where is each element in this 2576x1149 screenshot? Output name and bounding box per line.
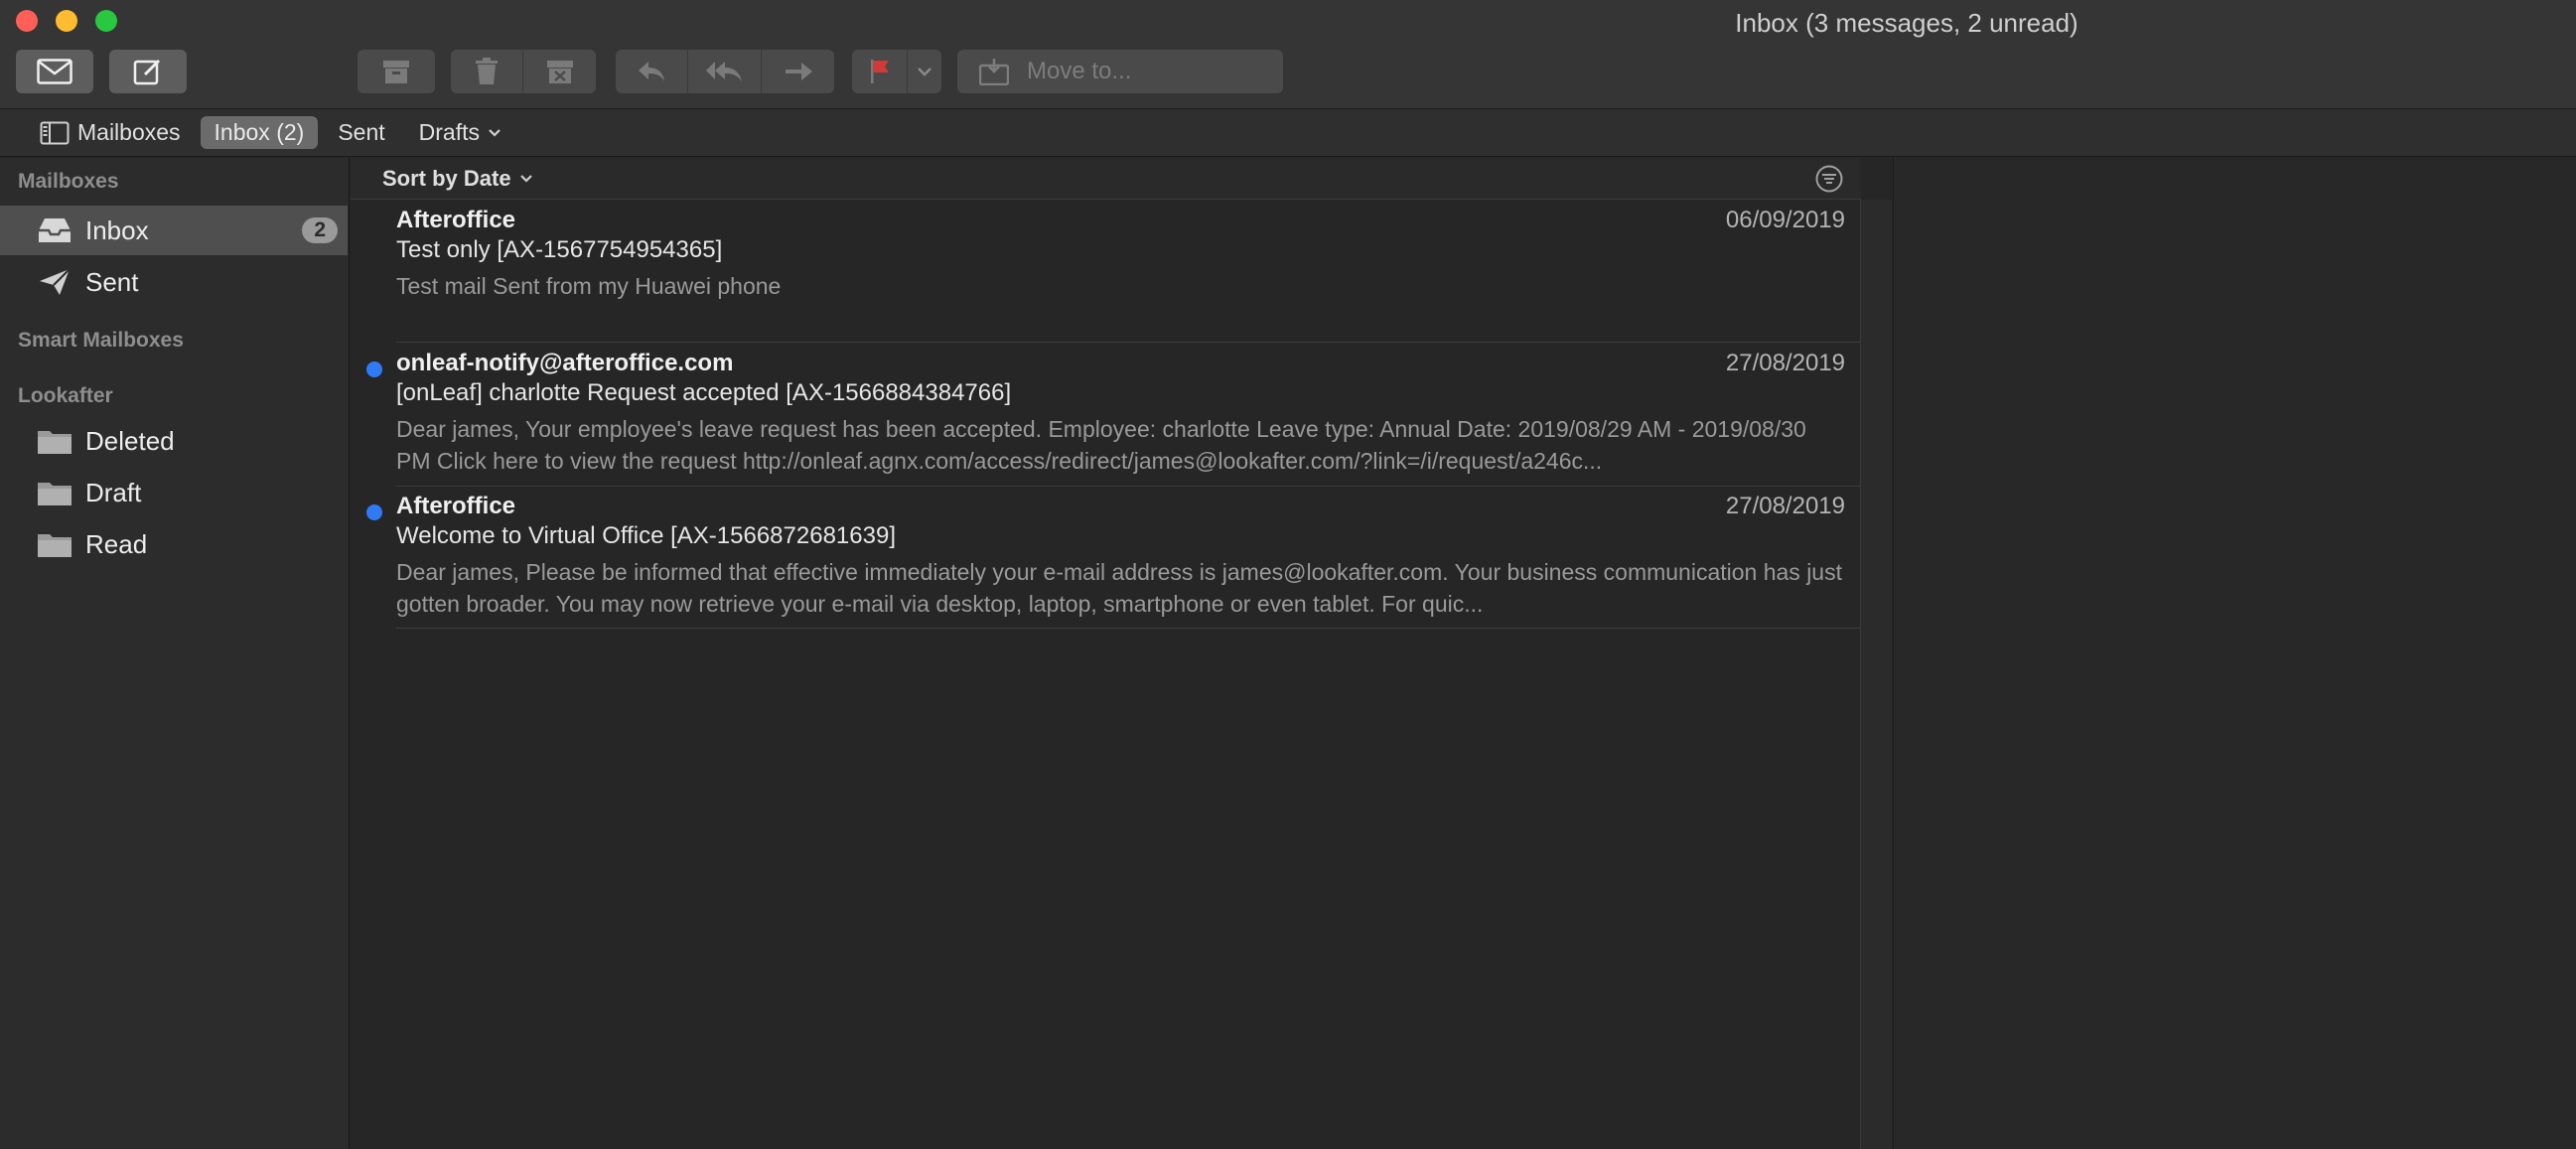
- message-sender: Afteroffice: [396, 493, 516, 519]
- chevron-down-icon: [918, 68, 931, 76]
- flag-group: [852, 50, 941, 93]
- archive-button[interactable]: [358, 50, 435, 93]
- message-subject: Welcome to Virtual Office [AX-1566872681…: [396, 522, 896, 549]
- folder-icon: [36, 426, 73, 456]
- forward-button[interactable]: [762, 50, 834, 93]
- sort-label: Sort by Date: [382, 166, 511, 191]
- reply-icon: [639, 62, 664, 81]
- compose-button[interactable]: [109, 50, 187, 93]
- trash-button[interactable]: [451, 50, 523, 93]
- zoom-window-button[interactable]: [95, 10, 117, 32]
- compose-icon: [133, 59, 161, 85]
- sidebar-item-label: Read: [85, 528, 148, 559]
- message-date: 27/08/2019: [1725, 350, 1845, 376]
- sidebar-item-draft[interactable]: Draft: [0, 468, 348, 517]
- section-header-mailboxes: Mailboxes: [18, 170, 119, 193]
- flag-button[interactable]: [852, 50, 908, 93]
- favorite-label: Sent: [338, 119, 385, 145]
- favorite-label: Inbox (2): [214, 119, 305, 145]
- unread-dot: [366, 361, 382, 377]
- message-list: Sort by Date Afteroffice 06/09/2019 Test…: [351, 158, 1892, 1149]
- favorite-mailboxes[interactable]: Mailboxes: [26, 116, 195, 149]
- favorite-label: Mailboxes: [77, 119, 181, 145]
- folder-icon: [36, 478, 73, 507]
- inbox-icon: [36, 215, 73, 245]
- message-sender: onleaf-notify@afteroffice.com: [396, 350, 734, 376]
- forward-icon: [785, 63, 812, 80]
- message-preview: Test mail Sent from my Huawei phone: [396, 273, 782, 299]
- list-scrollbar[interactable]: [1860, 200, 1892, 1149]
- message-row[interactable]: Afteroffice 06/09/2019 Test only [AX-156…: [351, 201, 1861, 343]
- filter-icon: [1815, 165, 1843, 193]
- favorite-inbox[interactable]: Inbox (2): [200, 116, 319, 149]
- folder-icon: [36, 529, 73, 559]
- sort-by-date-button[interactable]: Sort by Date: [382, 166, 533, 192]
- junk-icon: [546, 61, 573, 83]
- message-subject: Test only [AX-1567754954365]: [396, 236, 723, 263]
- paper-plane-icon: [36, 267, 73, 297]
- sidebar-item-label: Draft: [85, 477, 142, 507]
- favorite-sent[interactable]: Sent: [324, 116, 398, 149]
- message-date: 27/08/2019: [1725, 493, 1845, 519]
- message-sender: Afteroffice: [396, 207, 516, 233]
- sidebar-toggle-icon: [40, 121, 70, 144]
- message-preview: Dear james, Your employee's leave reques…: [396, 416, 1806, 474]
- trash-icon: [476, 58, 498, 84]
- message-subject: [onLeaf] charlotte Request accepted [AX-…: [396, 379, 1012, 406]
- sidebar-item-read[interactable]: Read: [0, 519, 348, 569]
- get-mail-icon: [37, 59, 72, 84]
- unread-dot: [366, 504, 382, 520]
- reply-all-icon: [705, 62, 742, 81]
- chevron-down-icon: [489, 128, 501, 137]
- sidebar-item-deleted[interactable]: Deleted: [0, 416, 348, 466]
- get-mail-button[interactable]: [16, 50, 93, 93]
- chevron-down-icon: [519, 175, 532, 183]
- section-header-smart-mailboxes: Smart Mailboxes: [18, 329, 184, 352]
- favorite-drafts[interactable]: Drafts: [405, 116, 515, 149]
- sidebar-item-label: Inbox: [85, 215, 149, 245]
- message-preview: Dear james, Please be informed that effe…: [396, 559, 1842, 617]
- filter-button[interactable]: [1814, 164, 1844, 199]
- minimize-window-button[interactable]: [56, 10, 77, 32]
- window-title: Inbox (3 messages, 2 unread): [1735, 8, 2078, 38]
- sidebar-item-label: Sent: [85, 266, 139, 297]
- flag-icon: [870, 60, 889, 83]
- reply-button[interactable]: [616, 50, 688, 93]
- sidebar-item-inbox[interactable]: Inbox 2: [0, 206, 348, 255]
- reply-group: [616, 50, 834, 93]
- list-header: Sort by Date: [351, 158, 1861, 200]
- favorites-bar: Mailboxes Inbox (2) Sent Drafts: [0, 109, 2576, 157]
- message-date: 06/09/2019: [1725, 207, 1845, 233]
- flag-menu-button[interactable]: [908, 50, 941, 93]
- sidebar-item-sent[interactable]: Sent: [0, 257, 348, 307]
- move-icon: [979, 59, 1009, 85]
- message-row[interactable]: onleaf-notify@afteroffice.com 27/08/2019…: [351, 344, 1861, 487]
- unread-badge: 2: [302, 217, 338, 243]
- sidebar-item-label: Deleted: [85, 425, 175, 456]
- delete-junk-group: [451, 50, 596, 93]
- row-divider: [396, 342, 1861, 343]
- row-divider: [396, 628, 1861, 629]
- section-header-lookafter: Lookafter: [18, 384, 113, 407]
- archive-icon: [383, 61, 409, 83]
- title-bar: Inbox (3 messages, 2 unread) Move to...: [0, 0, 2576, 109]
- junk-button[interactable]: [523, 50, 596, 93]
- message-preview-pane: [1893, 158, 2576, 1149]
- close-window-button[interactable]: [16, 10, 38, 32]
- reply-all-button[interactable]: [688, 50, 762, 93]
- sidebar: Mailboxes Inbox 2 Sent Smart Mailboxes L…: [0, 158, 350, 1149]
- move-to-label: Move to...: [1027, 58, 1132, 84]
- message-row[interactable]: Afteroffice 27/08/2019 Welcome to Virtua…: [351, 487, 1861, 629]
- move-to-button[interactable]: Move to...: [957, 50, 1283, 93]
- favorite-label: Drafts: [418, 119, 480, 145]
